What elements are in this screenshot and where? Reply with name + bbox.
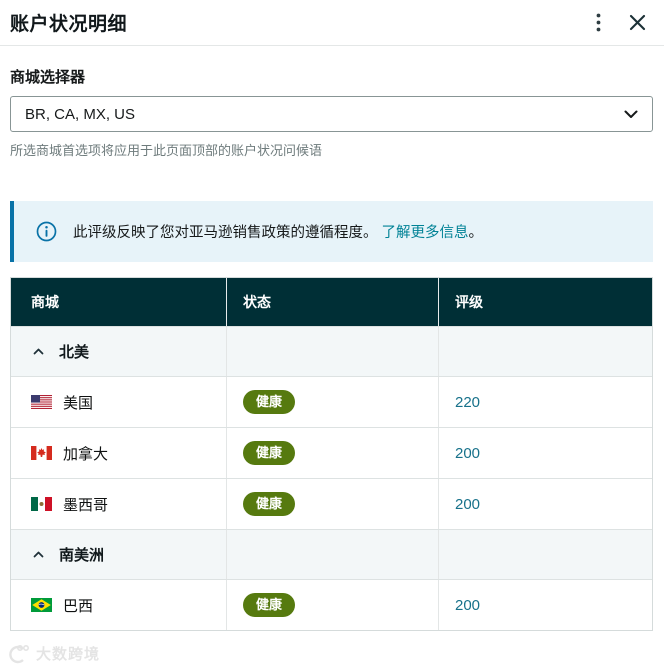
group-collapse-toggle[interactable] [31, 549, 46, 560]
selector-helper-text: 所选商城首选项将应用于此页面顶部的账户状况问候语 [10, 143, 323, 158]
br-flag-icon [31, 598, 52, 612]
status-badge: 健康 [243, 441, 296, 465]
column-header-marketplace: 商城 [31, 294, 59, 310]
watermark-text: 大数跨境 [36, 646, 101, 663]
group-cell: 南美洲 [11, 530, 226, 579]
learn-more-link[interactable]: 了解更多信息 [382, 225, 469, 241]
marketplace-selector-label: 商城选择器 [10, 69, 86, 86]
country-label: 加拿大 [63, 445, 109, 463]
rating-cell: 200 [438, 580, 652, 630]
ca-flag-icon [31, 446, 52, 460]
table-header-row: 商城 状态 评级 [11, 278, 652, 326]
group-collapse-toggle[interactable] [31, 346, 46, 357]
status-cell: 健康 [226, 428, 438, 478]
status-cell: 健康 [226, 580, 438, 630]
mx-flag-icon [31, 497, 52, 511]
marketplace-cell: 墨西哥 [11, 479, 226, 529]
status-cell: 健康 [226, 377, 438, 427]
table-row: 巴西 健康 200 [11, 579, 652, 630]
marketplace-cell: 巴西 [11, 580, 226, 630]
marketplace-table: 商城 状态 评级 北美 美国 健康 220 加拿大 健康 200 墨西哥 健康 200 南美洲 [10, 277, 653, 631]
kebab-menu-button[interactable] [594, 11, 603, 34]
page-title: 账户状况明细 [10, 14, 128, 35]
banner-text: 此评级反映了您对亚马逊销售政策的遵循程度。 了解更多信息。 [73, 221, 483, 242]
info-icon [36, 221, 57, 242]
marketplace-cell: 美国 [11, 377, 226, 427]
table-row: 墨西哥 健康 200 [11, 478, 652, 529]
rating-link[interactable]: 200 [455, 445, 480, 462]
status-badge: 健康 [243, 593, 296, 617]
modal-content: 商城选择器 BR, CA, MX, US 所选商城首选项将应用于此页面顶部的账户… [0, 66, 664, 631]
chevron-down-icon [624, 110, 638, 118]
close-icon [629, 14, 646, 31]
status-badge: 健康 [243, 390, 296, 414]
empty-cell [438, 530, 652, 579]
info-banner: 此评级反映了您对亚马逊销售政策的遵循程度。 了解更多信息。 [10, 201, 653, 262]
close-button[interactable] [627, 12, 648, 33]
empty-cell [438, 327, 652, 376]
marketplace-select[interactable]: BR, CA, MX, US [10, 96, 653, 132]
modal-header: 账户状况明细 [0, 0, 664, 46]
country-label: 美国 [63, 394, 94, 412]
status-badge: 健康 [243, 492, 296, 516]
chevron-up-icon [33, 551, 44, 558]
kebab-menu-icon [596, 13, 601, 32]
status-cell: 健康 [226, 479, 438, 529]
banner-message: 此评级反映了您对亚马逊销售政策的遵循程度。 [73, 225, 378, 241]
rating-link[interactable]: 220 [455, 394, 480, 411]
rating-link[interactable]: 200 [455, 496, 480, 513]
empty-cell [226, 530, 438, 579]
column-header-rating: 评级 [438, 278, 652, 326]
group-label: 北美 [59, 344, 90, 361]
empty-cell [226, 327, 438, 376]
table-row: 美国 健康 220 [11, 376, 652, 427]
marketplace-cell: 加拿大 [11, 428, 226, 478]
column-header-status: 状态 [226, 278, 438, 326]
group-row: 南美洲 [11, 529, 652, 579]
table-row: 加拿大 健康 200 [11, 427, 652, 478]
group-cell: 北美 [11, 327, 226, 376]
banner-suffix: 。 [468, 225, 484, 241]
watermark: 大数跨境 [6, 643, 100, 664]
country-label: 巴西 [63, 597, 94, 615]
watermark-logo-icon [9, 644, 29, 663]
rating-cell: 200 [438, 479, 652, 529]
chevron-up-icon [33, 348, 44, 355]
account-health-details-modal: 账户状况明细 商城选择器 BR, CA, MX, US 所选商城首选项将应用于此… [0, 0, 664, 668]
group-row: 北美 [11, 326, 652, 376]
table-body: 北美 美国 健康 220 加拿大 健康 200 墨西哥 健康 200 南美洲 巴… [11, 326, 652, 630]
rating-cell: 220 [438, 377, 652, 427]
country-label: 墨西哥 [63, 496, 109, 514]
rating-cell: 200 [438, 428, 652, 478]
group-label: 南美洲 [59, 547, 105, 564]
header-actions [594, 11, 648, 34]
marketplace-select-value: BR, CA, MX, US [25, 105, 136, 123]
us-flag-icon [31, 395, 52, 409]
rating-link[interactable]: 200 [455, 597, 480, 614]
